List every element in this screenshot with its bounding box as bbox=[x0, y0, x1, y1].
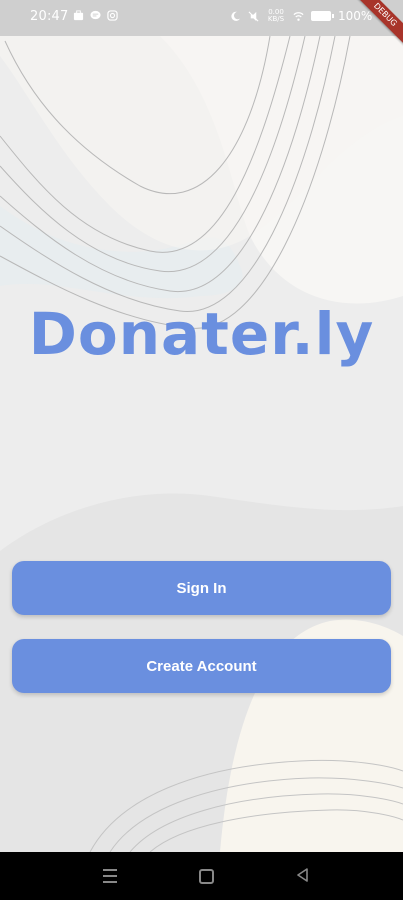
screen: 20:47 0.00 KB/S 100% DEBUG Donater.ly Si… bbox=[0, 0, 403, 900]
status-bar: 20:47 0.00 KB/S 100% bbox=[0, 0, 403, 36]
home-icon[interactable] bbox=[199, 869, 214, 884]
moon-icon bbox=[231, 11, 241, 21]
battery-icon bbox=[311, 11, 334, 21]
app-logo: Donater.ly bbox=[28, 300, 375, 368]
menu-icon[interactable] bbox=[103, 869, 117, 883]
battery-level: 100% bbox=[338, 9, 373, 23]
chat-icon bbox=[90, 10, 101, 20]
wifi-icon bbox=[293, 11, 304, 21]
back-icon[interactable] bbox=[296, 868, 309, 882]
status-right: 0.00 KB/S 100% bbox=[230, 9, 372, 23]
net-speed: 0.00 KB/S bbox=[267, 8, 285, 23]
navigation-bar bbox=[0, 852, 403, 900]
instagram-icon bbox=[107, 10, 118, 21]
sign-in-button[interactable]: Sign In bbox=[12, 561, 391, 615]
background-decoration bbox=[0, 36, 403, 852]
create-account-button[interactable]: Create Account bbox=[12, 639, 391, 693]
notification-icon bbox=[73, 10, 84, 21]
status-time: 20:47 bbox=[30, 9, 69, 24]
notification-icons bbox=[73, 10, 118, 21]
mute-icon bbox=[248, 11, 259, 21]
